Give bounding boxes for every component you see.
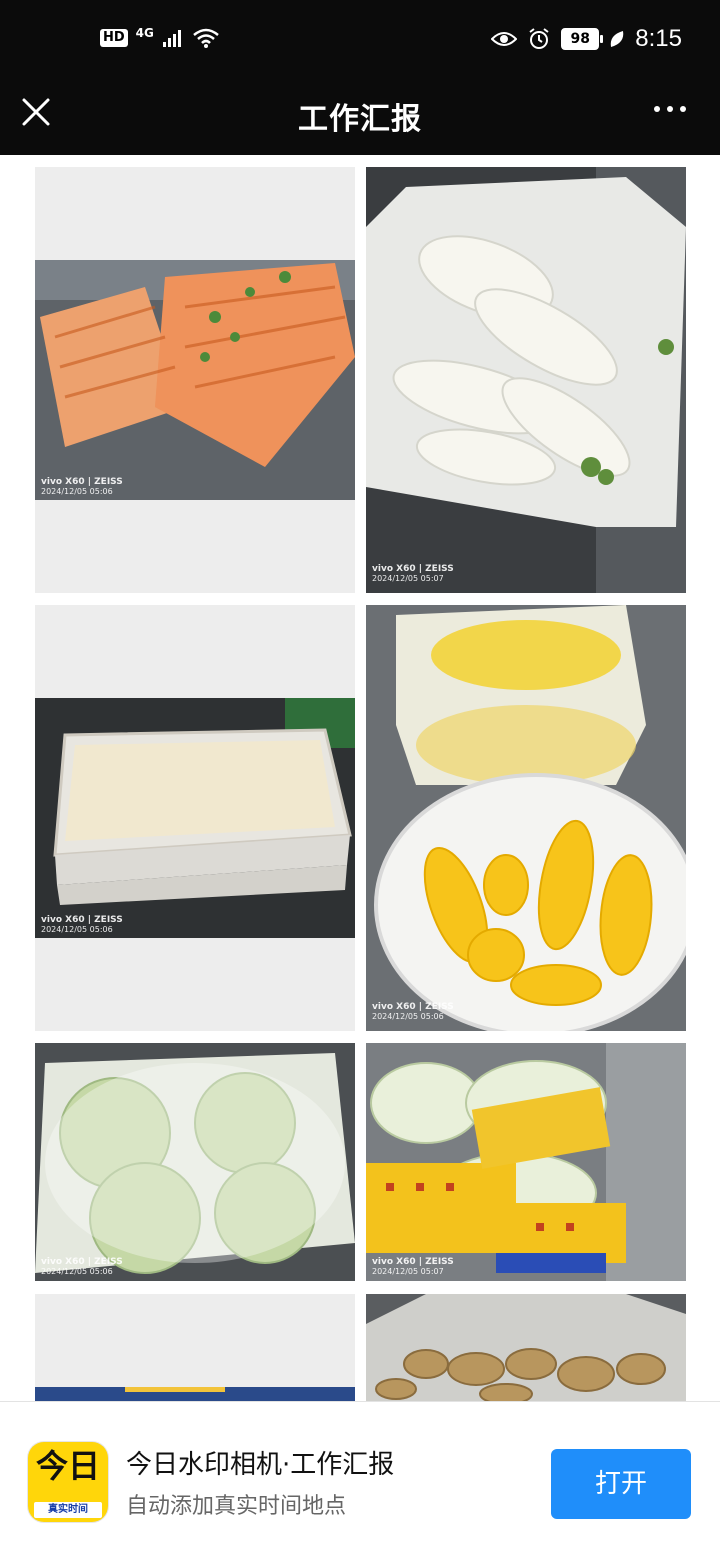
photo-thumbnail-corn[interactable]: vivo X60 | ZEISS 2024/12/05 05:06: [366, 605, 686, 1031]
more-icon[interactable]: [654, 106, 686, 112]
photo-watermark: vivo X60 | ZEISS 2024/12/05 05:07: [372, 564, 454, 583]
photo-watermark: vivo X60 | ZEISS 2024/12/05 05:06: [41, 477, 123, 496]
photo-grid: vivo X60 | ZEISS 2024/12/05 05:06 vivo X…: [0, 155, 720, 1401]
photo-thumbnail-radish[interactable]: vivo X60 | ZEISS 2024/12/05 05:07: [366, 167, 686, 593]
photo-watermark: vivo X60 | ZEISS 2024/12/05 05:06: [41, 1257, 123, 1276]
banner-subtitle: 自动添加真实时间地点: [126, 1494, 347, 1519]
signal-icon: [162, 30, 181, 47]
photo-watermark: vivo X60 | ZEISS 2024/12/05 05:06: [41, 915, 123, 934]
hd-icon: HD: [100, 29, 128, 47]
status-bar: HD 4G 98 8:15: [0, 0, 720, 80]
photo-thumbnail-tofu[interactable]: vivo X60 | ZEISS 2024/12/05 05:06: [35, 605, 355, 1031]
status-right: 98 8:15: [491, 25, 682, 53]
photo-watermark: vivo X60 | ZEISS 2024/12/05 05:06: [372, 1002, 454, 1021]
clock: 8:15: [635, 25, 682, 52]
radish-photo: [366, 167, 686, 593]
app-icon-strip: 真实时间: [34, 1502, 102, 1518]
ginger-photo: [366, 1294, 686, 1401]
app-icon-label: 今日: [35, 1447, 100, 1485]
chinese-cabbage-photo: [366, 1043, 686, 1281]
photo-thumbnail-chinese-cabbage[interactable]: vivo X60 | ZEISS 2024/12/05 05:07: [366, 1043, 686, 1281]
tofu-photo: [35, 605, 355, 1031]
open-app-button[interactable]: 打开: [551, 1449, 691, 1519]
page-title: 工作汇报: [298, 102, 422, 137]
partial-photo: [35, 1294, 355, 1401]
nav-bar: 工作汇报: [0, 80, 720, 155]
photo-thumbnail-carrots[interactable]: vivo X60 | ZEISS 2024/12/05 05:06: [35, 167, 355, 593]
photo-thumbnail-partial[interactable]: [35, 1294, 355, 1401]
eye-icon: [491, 32, 518, 46]
photo-watermark: vivo X60 | ZEISS 2024/12/05 05:07: [372, 1257, 454, 1276]
wifi-icon: [193, 28, 219, 48]
cabbage-photo: [35, 1043, 355, 1281]
leaf-icon: [611, 31, 624, 47]
banner-title: 今日水印相机·工作汇报: [126, 1450, 395, 1480]
photo-thumbnail-ginger[interactable]: [366, 1294, 686, 1401]
app-icon[interactable]: 今日 真实时间: [28, 1442, 108, 1522]
app-promo-banner[interactable]: 今日 真实时间 今日水印相机·工作汇报 自动添加真实时间地点 打开: [0, 1401, 720, 1561]
photo-thumbnail-cabbage[interactable]: vivo X60 | ZEISS 2024/12/05 05:06: [35, 1043, 355, 1281]
status-left: HD 4G: [100, 27, 220, 49]
battery-icon: 98: [561, 28, 604, 50]
corn-photo: [366, 605, 686, 1031]
alarm-icon: [529, 28, 549, 49]
carrot-photo: [35, 167, 355, 593]
network-type-label: 4G: [135, 26, 154, 40]
